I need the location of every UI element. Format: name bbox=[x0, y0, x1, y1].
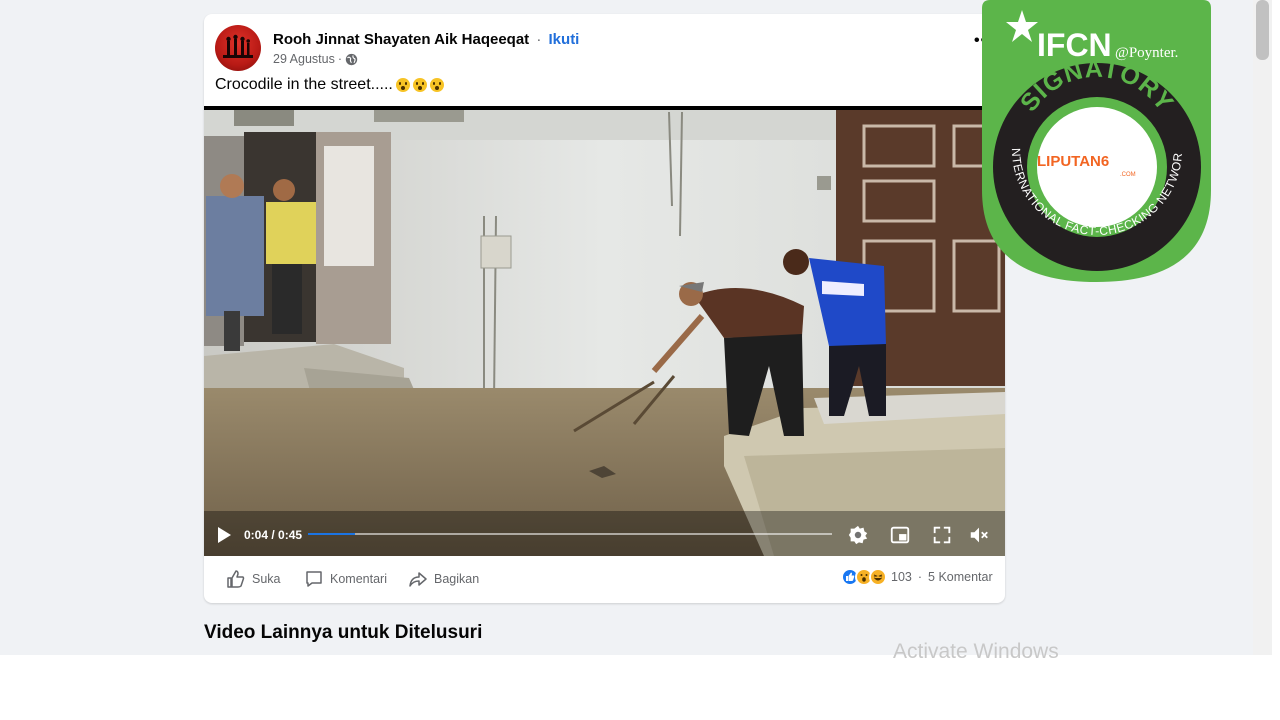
hushed-face-emoji-icon bbox=[412, 78, 427, 92]
separator-dot: · bbox=[536, 31, 542, 48]
activate-windows-watermark: Activate Windows bbox=[893, 640, 1059, 663]
author-name[interactable]: Rooh Jinnat Shayaten Aik Haqeeqat bbox=[273, 31, 529, 48]
more-videos-heading: Video Lainnya untuk Ditelusuri bbox=[204, 622, 483, 643]
stats-separator: · bbox=[917, 570, 923, 584]
comment-icon bbox=[306, 571, 322, 587]
hushed-face-emoji-icon bbox=[395, 78, 410, 92]
time-separator: / bbox=[268, 528, 279, 542]
share-button[interactable]: Bagikan bbox=[408, 569, 479, 589]
hushed-face-emoji-icon bbox=[429, 78, 444, 92]
ifcn-signatory-badge: IFCN @Poynter. SIGNATORY INTERNATIONAL F… bbox=[982, 0, 1211, 282]
video-progress-fill bbox=[308, 533, 356, 535]
fullscreen-icon[interactable] bbox=[931, 524, 953, 546]
mute-icon[interactable] bbox=[968, 524, 990, 546]
play-icon[interactable] bbox=[216, 526, 232, 544]
video-time: 0:04 / 0:45 bbox=[244, 528, 302, 542]
time-total: 0:45 bbox=[278, 528, 303, 542]
comment-button[interactable]: Komentari bbox=[304, 569, 387, 589]
reaction-summary[interactable]: 103 · 5 Komentar bbox=[841, 568, 993, 586]
follow-button[interactable]: Ikuti bbox=[549, 31, 580, 48]
globe-icon bbox=[345, 53, 358, 65]
share-label: Bagikan bbox=[434, 572, 480, 586]
member-logo-suffix: .COM bbox=[1120, 172, 1136, 178]
author-line: Rooh Jinnat Shayaten Aik Haqeeqat · Ikut… bbox=[273, 31, 579, 48]
like-label: Suka bbox=[252, 572, 281, 586]
caption-text: Crocodile in the street..... bbox=[215, 76, 393, 93]
post-caption: Crocodile in the street..... bbox=[215, 76, 444, 94]
settings-icon[interactable] bbox=[847, 524, 869, 546]
time-current: 0:04 bbox=[244, 528, 269, 542]
miniplayer-icon[interactable] bbox=[889, 524, 911, 546]
page-scrollbar[interactable] bbox=[1253, 0, 1272, 655]
meta-separator: · bbox=[337, 52, 343, 66]
post-meta: 29 Agustus · bbox=[273, 52, 358, 66]
author-avatar[interactable] bbox=[215, 25, 261, 71]
reaction-count: 103 bbox=[891, 570, 912, 584]
video-frame bbox=[204, 106, 1005, 556]
post-date[interactable]: 29 Agustus bbox=[273, 52, 335, 66]
like-button[interactable]: Suka bbox=[226, 569, 281, 589]
haha-reaction-icon bbox=[869, 568, 887, 586]
thumbs-up-icon bbox=[227, 570, 245, 588]
share-arrow-icon bbox=[409, 572, 427, 587]
avatar-silhouettes-icon bbox=[223, 34, 253, 58]
comment-label: Komentari bbox=[330, 572, 387, 586]
member-logo-text: LIPUTAN6 bbox=[1037, 153, 1109, 170]
badge-partner-text: @Poynter. bbox=[1115, 45, 1178, 61]
comment-count-link[interactable]: 5 Komentar bbox=[928, 570, 993, 584]
post-card: Rooh Jinnat Shayaten Aik Haqeeqat · Ikut… bbox=[204, 14, 1005, 603]
video-progress-bar[interactable] bbox=[308, 533, 832, 535]
scrollbar-thumb[interactable] bbox=[1256, 0, 1269, 60]
post-actions-bar: Suka Komentari Bagikan 103 · 5 Komentar bbox=[204, 556, 1005, 603]
video-player[interactable]: 0:04 / 0:45 bbox=[204, 106, 1005, 556]
